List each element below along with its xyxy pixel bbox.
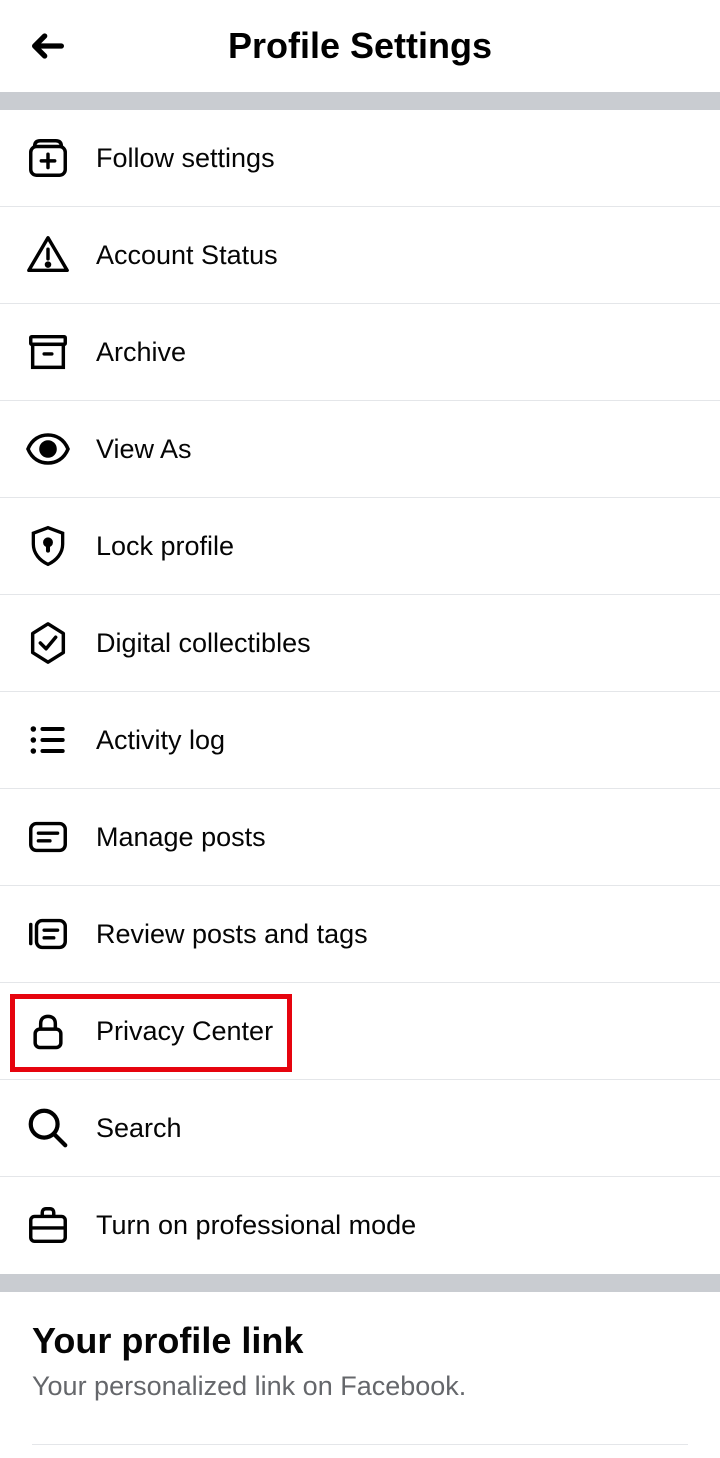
menu-label: Lock profile <box>96 531 234 562</box>
menu-label: Follow settings <box>96 143 275 174</box>
search-icon <box>24 1104 72 1152</box>
list-bullet-icon <box>24 716 72 764</box>
menu-item-account-status[interactable]: Account Status <box>0 207 720 304</box>
follow-icon <box>24 134 72 182</box>
hexagon-check-icon <box>24 619 72 667</box>
section-divider <box>0 1274 720 1292</box>
menu-label: Archive <box>96 337 186 368</box>
profile-link-section: Your profile link Your personalized link… <box>0 1292 720 1426</box>
divider <box>32 1444 688 1445</box>
menu-item-view-as[interactable]: View As <box>0 401 720 498</box>
menu-label: Privacy Center <box>96 1016 273 1047</box>
section-title: Your profile link <box>32 1320 688 1362</box>
briefcase-icon <box>24 1202 72 1250</box>
menu-item-follow-settings[interactable]: Follow settings <box>0 110 720 207</box>
menu-item-lock-profile[interactable]: Lock profile <box>0 498 720 595</box>
menu-label: Review posts and tags <box>96 919 368 950</box>
menu-label: View As <box>96 434 192 465</box>
posts-stack-icon <box>24 910 72 958</box>
archive-icon <box>24 328 72 376</box>
warning-icon <box>24 231 72 279</box>
header: Profile Settings <box>0 0 720 92</box>
menu-item-privacy-center[interactable]: Privacy Center <box>0 983 720 1080</box>
shield-lock-icon <box>24 522 72 570</box>
menu-item-review-posts-tags[interactable]: Review posts and tags <box>0 886 720 983</box>
page-title: Profile Settings <box>228 25 492 67</box>
lock-icon <box>24 1007 72 1055</box>
menu-item-manage-posts[interactable]: Manage posts <box>0 789 720 886</box>
arrow-left-icon <box>28 26 68 66</box>
menu-item-archive[interactable]: Archive <box>0 304 720 401</box>
menu-item-professional-mode[interactable]: Turn on professional mode <box>0 1177 720 1274</box>
menu-label: Digital collectibles <box>96 628 311 659</box>
settings-menu: Follow settings Account Status Archive <box>0 110 720 1274</box>
eye-icon <box>24 425 72 473</box>
menu-label: Search <box>96 1113 182 1144</box>
menu-label: Turn on professional mode <box>96 1210 416 1241</box>
menu-label: Activity log <box>96 725 225 756</box>
menu-label: Account Status <box>96 240 278 271</box>
menu-item-activity-log[interactable]: Activity log <box>0 692 720 789</box>
post-icon <box>24 813 72 861</box>
menu-label: Manage posts <box>96 822 266 853</box>
section-divider <box>0 92 720 110</box>
menu-item-search[interactable]: Search <box>0 1080 720 1177</box>
section-subtitle: Your personalized link on Facebook. <box>32 1368 688 1406</box>
menu-item-digital-collectibles[interactable]: Digital collectibles <box>0 595 720 692</box>
back-button[interactable] <box>24 22 72 70</box>
